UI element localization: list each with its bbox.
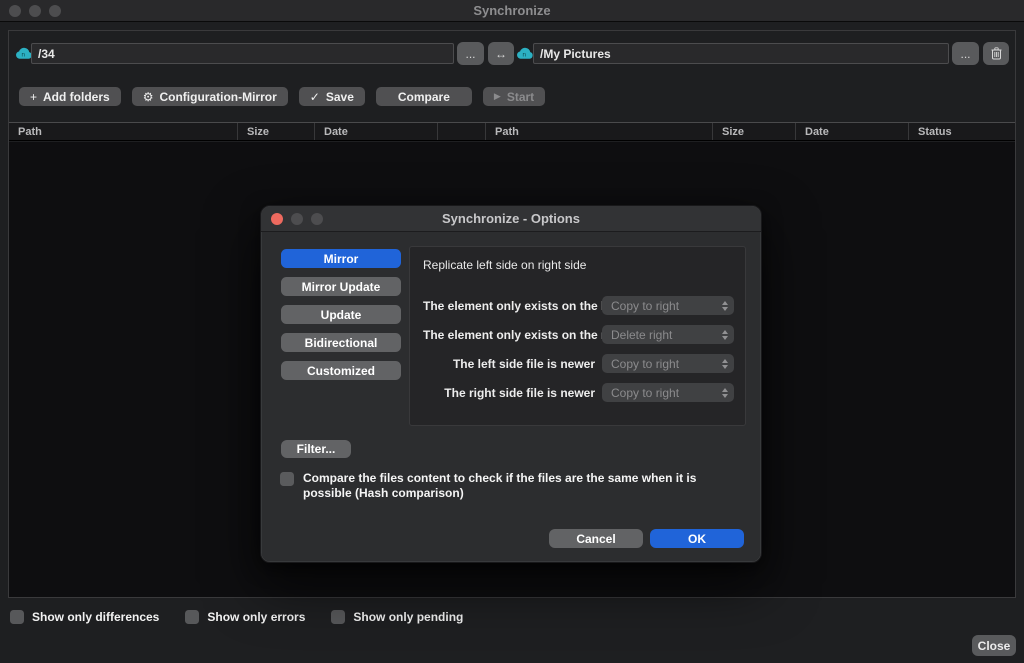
footer-filters: Show only differences Show only errors S…	[10, 610, 463, 624]
rule-row-right-newer: The right side file is newer Copy to rig…	[423, 383, 734, 402]
mode-update-button[interactable]: Update	[281, 305, 401, 324]
chevron-up-down-icon	[722, 301, 728, 311]
column-header-left-path[interactable]: Path	[9, 123, 238, 140]
chevron-up-down-icon	[722, 330, 728, 340]
right-browse-button[interactable]: ...	[952, 42, 979, 65]
column-header-left-date[interactable]: Date	[315, 123, 438, 140]
dialog-actions: Cancel OK	[549, 529, 744, 548]
start-button[interactable]: ▶ Start	[483, 87, 545, 106]
checkbox-icon	[280, 472, 294, 486]
column-header-action[interactable]	[438, 123, 486, 140]
plus-icon: +	[30, 90, 37, 104]
svg-text:n: n	[522, 52, 526, 59]
mode-settings-panel: Replicate left side on right side The el…	[409, 246, 746, 426]
compare-button[interactable]: Compare	[376, 87, 472, 106]
rule-row-right-only: The element only exists on the right s D…	[423, 325, 734, 344]
show-only-differences-checkbox[interactable]: Show only differences	[10, 610, 159, 624]
dialog-titlebar: Synchronize - Options	[261, 206, 761, 232]
right-cloud-icon: n	[516, 47, 534, 60]
chevron-up-down-icon	[722, 388, 728, 398]
swap-paths-button[interactable]: ↔	[488, 42, 514, 65]
options-dialog: Synchronize - Options Mirror Mirror Upda…	[260, 205, 762, 563]
hash-comparison-checkbox[interactable]: Compare the files content to check if th…	[280, 471, 742, 501]
column-header-right-date[interactable]: Date	[796, 123, 909, 140]
mode-bidirectional-button[interactable]: Bidirectional	[281, 333, 401, 352]
left-only-action-select[interactable]: Copy to right	[602, 296, 734, 315]
play-icon: ▶	[494, 91, 501, 102]
left-path-input[interactable]	[31, 43, 454, 64]
main-titlebar: Synchronize	[0, 0, 1024, 22]
delete-pair-button[interactable]	[983, 42, 1009, 65]
show-only-pending-checkbox[interactable]: Show only pending	[331, 610, 463, 624]
mode-description: Replicate left side on right side	[423, 258, 734, 272]
left-browse-button[interactable]: ...	[457, 42, 484, 65]
toolbar: + Add folders ⚙ Configuration-Mirror ✓ S…	[19, 87, 545, 106]
mode-customized-button[interactable]: Customized	[281, 361, 401, 380]
gear-icon: ⚙	[143, 90, 154, 104]
svg-text:n: n	[21, 52, 25, 59]
cancel-button[interactable]: Cancel	[549, 529, 643, 548]
trash-icon	[991, 47, 1002, 60]
close-button[interactable]: Close	[972, 635, 1016, 656]
right-only-action-select[interactable]: Delete right	[602, 325, 734, 344]
rule-row-left-only: The element only exists on the left si C…	[423, 296, 734, 315]
column-header-left-size[interactable]: Size	[238, 123, 315, 140]
paths-row: n ... ↔ n ...	[9, 42, 1015, 64]
checkbox-icon	[185, 610, 199, 624]
configuration-button[interactable]: ⚙ Configuration-Mirror	[132, 87, 288, 106]
column-header-status[interactable]: Status	[909, 123, 1015, 140]
mode-mirror-button[interactable]: Mirror	[281, 249, 401, 268]
save-button[interactable]: ✓ Save	[299, 87, 365, 106]
chevron-up-down-icon	[722, 359, 728, 369]
ok-button[interactable]: OK	[650, 529, 744, 548]
rule-row-left-newer: The left side file is newer Copy to righ…	[423, 354, 734, 373]
checkbox-icon	[331, 610, 345, 624]
checkbox-icon	[10, 610, 24, 624]
window-title: Synchronize	[0, 3, 1024, 18]
checkmark-icon: ✓	[310, 90, 320, 104]
dialog-title: Synchronize - Options	[261, 211, 761, 226]
column-header-right-size[interactable]: Size	[713, 123, 796, 140]
filter-button[interactable]: Filter...	[281, 440, 351, 458]
right-path-input[interactable]	[533, 43, 949, 64]
add-folders-button[interactable]: + Add folders	[19, 87, 121, 106]
column-header-right-path[interactable]: Path	[486, 123, 713, 140]
show-only-errors-checkbox[interactable]: Show only errors	[185, 610, 305, 624]
left-newer-action-select[interactable]: Copy to right	[602, 354, 734, 373]
right-newer-action-select[interactable]: Copy to right	[602, 383, 734, 402]
table-header: Path Size Date Path Size Date Status	[9, 122, 1015, 141]
mode-mirror-update-button[interactable]: Mirror Update	[281, 277, 401, 296]
